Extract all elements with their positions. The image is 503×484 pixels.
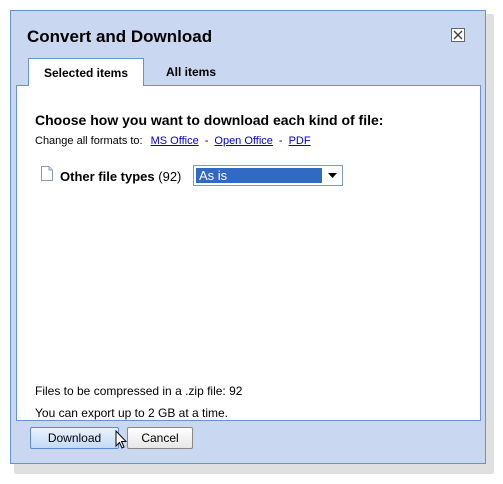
tab-label: All items: [165, 65, 216, 79]
change-formats-row: Change all formats to: MS Office - Open Off…: [35, 135, 311, 147]
document-icon: [41, 166, 53, 181]
dialog-title: Convert and Download: [27, 27, 213, 46]
file-type-row: Other file types (92): [60, 169, 181, 184]
format-select[interactable]: As is: [193, 165, 343, 186]
convert-download-dialog: Convert and Download Selected items All …: [10, 10, 486, 464]
tab-panel: Choose how you want to download each kin…: [16, 85, 481, 421]
tab-label: Selected items: [43, 65, 129, 80]
change-all-label: Change all formats to:: [35, 135, 143, 147]
ms-office-link[interactable]: MS Office: [151, 135, 199, 147]
tab-all-items[interactable]: All items: [146, 58, 236, 86]
chevron-down-icon: [328, 172, 337, 178]
tab-selected-items[interactable]: Selected items: [28, 58, 144, 86]
file-type-count: (92): [158, 169, 182, 184]
panel-heading: Choose how you want to download each kin…: [35, 112, 384, 128]
file-type-name: Other file types: [60, 169, 155, 184]
download-button[interactable]: Download: [30, 427, 119, 449]
close-button[interactable]: [451, 28, 465, 42]
compressed-info: Files to be compressed in a .zip file: 9…: [35, 384, 243, 398]
tab-bar: Selected items All items: [16, 58, 481, 86]
pdf-link[interactable]: PDF: [289, 135, 311, 147]
separator: -: [278, 135, 283, 147]
selected-format: As is: [196, 168, 322, 183]
separator: -: [204, 135, 209, 147]
close-icon: [453, 30, 463, 40]
export-limit-info: You can export up to 2 GB at a time.: [35, 406, 229, 420]
mouse-pointer-icon: [115, 430, 127, 449]
open-office-link[interactable]: Open Office: [214, 135, 273, 147]
cancel-button[interactable]: Cancel: [127, 427, 193, 449]
dropdown-arrow[interactable]: [324, 167, 341, 184]
